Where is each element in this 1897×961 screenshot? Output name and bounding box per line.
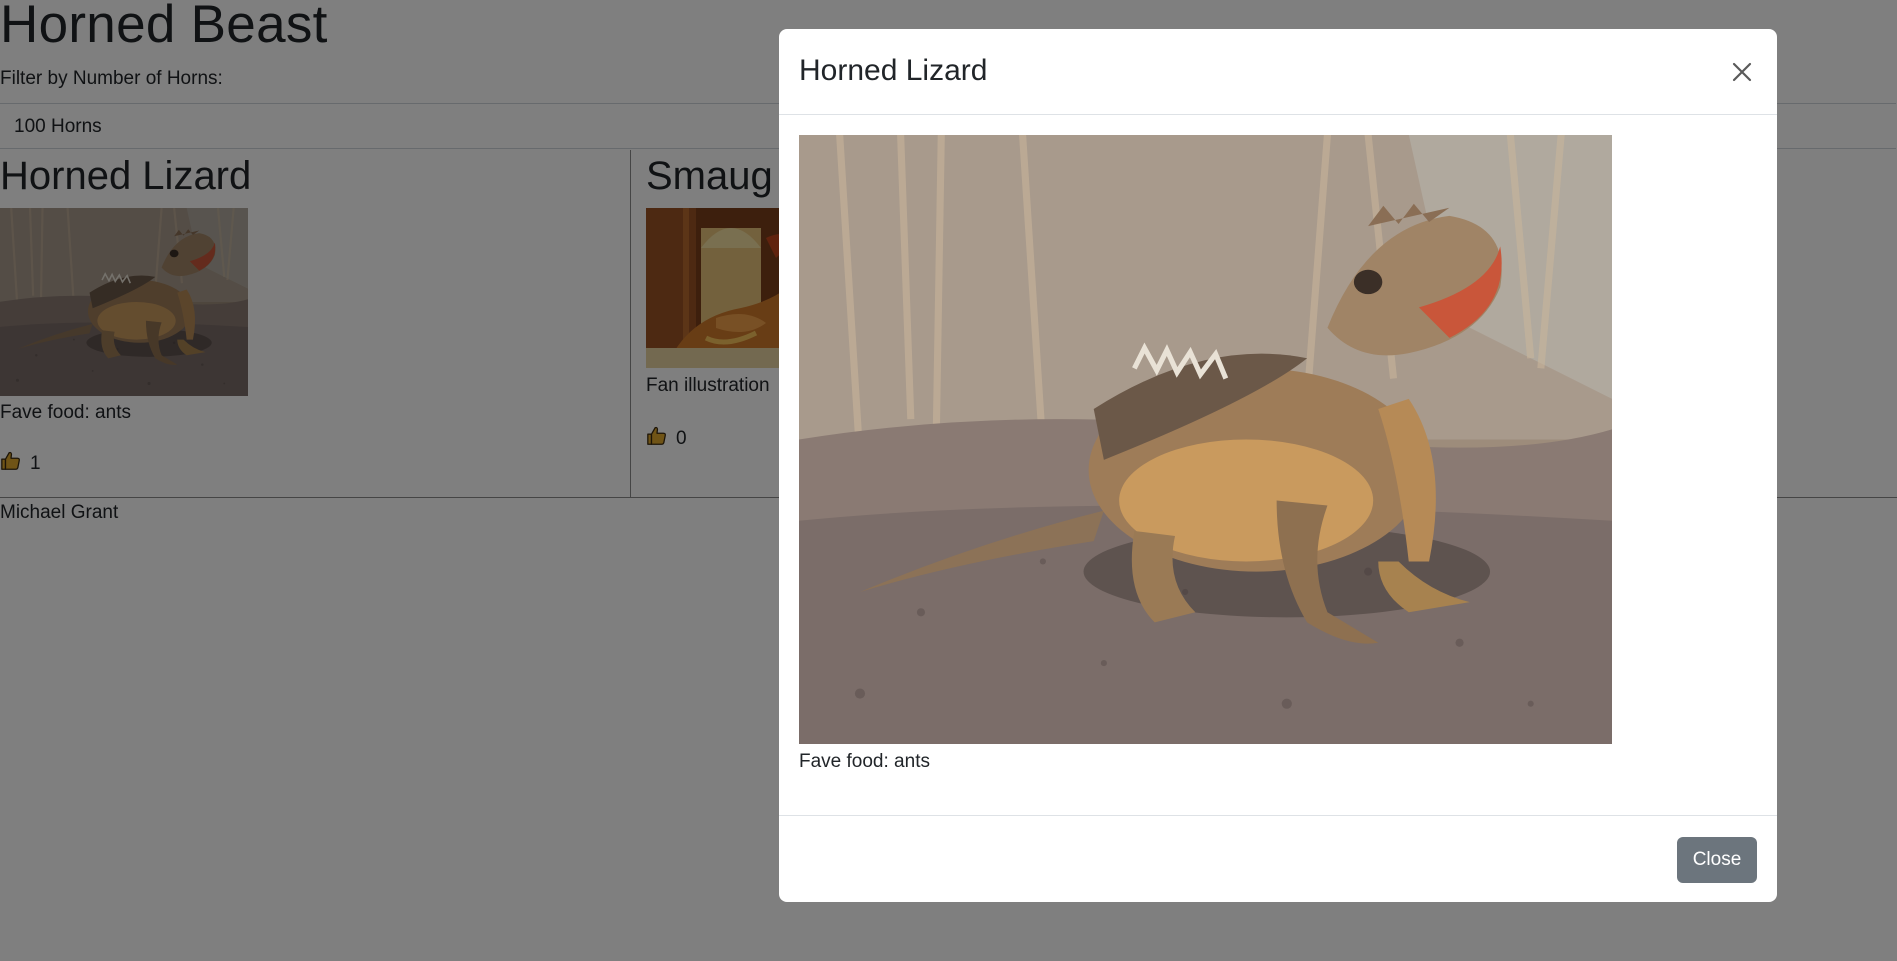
close-button[interactable]: Close xyxy=(1677,837,1757,883)
modal-footer: Close xyxy=(779,815,1777,902)
modal-title: Horned Lizard xyxy=(799,54,988,87)
modal-header: Horned Lizard xyxy=(779,29,1777,115)
close-x-icon[interactable] xyxy=(1725,55,1759,89)
beast-modal: Horned Lizard Fave food: ants Close xyxy=(779,29,1777,902)
modal-body: Fave food: ants xyxy=(779,115,1777,815)
modal-description: Fave food: ants xyxy=(799,751,930,772)
horned-lizard-large-image xyxy=(799,135,1612,744)
